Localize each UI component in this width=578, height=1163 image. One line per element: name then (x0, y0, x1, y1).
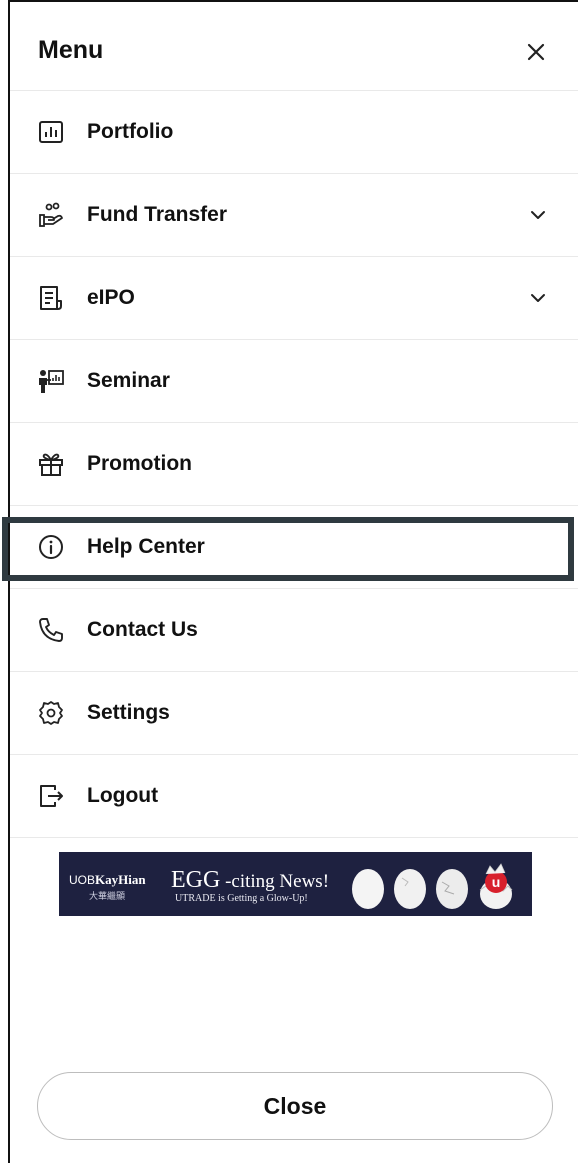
egg-image (352, 869, 384, 909)
close-button[interactable]: Close (37, 1072, 553, 1140)
egg-image (436, 869, 468, 909)
banner-brand-name: KayHian (95, 872, 146, 887)
banner-brand-chinese: 大華繼顯 (89, 891, 126, 901)
chevron-down-icon[interactable] (528, 288, 548, 308)
logout-icon (40, 785, 63, 807)
menu-item-settings[interactable]: Settings (10, 671, 578, 754)
egg-image (394, 869, 426, 909)
hand-coins-icon (39, 202, 63, 227)
divider (10, 837, 578, 838)
menu-item-label: Portfolio (87, 120, 174, 143)
gift-icon (39, 453, 63, 476)
banner-brand: UOBKayHian (69, 872, 146, 888)
menu-title: Menu (38, 36, 104, 64)
chevron-down-icon[interactable] (528, 205, 548, 225)
phone-icon (39, 618, 63, 642)
menu-item-promotion[interactable]: Promotion (10, 422, 578, 505)
bar-chart-icon (39, 121, 63, 143)
menu-item-help-center[interactable]: Help Center (2, 505, 578, 588)
svg-text:u: u (492, 874, 501, 890)
menu-item-portfolio[interactable]: Portfolio (10, 90, 578, 173)
menu-item-logout[interactable]: Logout (10, 754, 578, 837)
gear-icon (39, 701, 63, 725)
info-icon (39, 535, 63, 559)
close-icon[interactable] (522, 38, 550, 66)
banner-headline-big: EGG (171, 867, 221, 893)
banner-headline: EGG -citing News! (171, 867, 329, 894)
menu-item-label: Seminar (87, 369, 170, 392)
menu-item-label: eIPO (87, 286, 135, 309)
hatching-egg-image: u (479, 863, 513, 909)
presenter-icon (39, 370, 64, 393)
menu-item-eipo[interactable]: eIPO (10, 256, 578, 339)
menu-item-label: Settings (87, 701, 170, 724)
menu-item-fund-transfer[interactable]: Fund Transfer (10, 173, 578, 256)
banner-subline: UTRADE is Getting a Glow-Up! (175, 893, 308, 904)
banner-brand-prefix: UOB (69, 873, 96, 887)
banner-headline-rest: -citing News! (220, 871, 330, 892)
menu-item-contact-us[interactable]: Contact Us (10, 588, 578, 671)
menu-item-label: Promotion (87, 452, 192, 475)
menu-list: Portfolio Fund Transfer eIPO Seminar Pro… (2, 90, 578, 838)
promo-banner[interactable]: UOBKayHian 大華繼顯 EGG -citing News! UTRADE… (59, 852, 532, 916)
menu-item-label: Logout (87, 784, 159, 807)
menu-item-seminar[interactable]: Seminar (10, 339, 578, 422)
menu-header: Menu (10, 2, 578, 90)
document-icon (40, 286, 62, 310)
menu-panel: Menu Portfolio Fund Transfer eIPO Semina… (2, 2, 578, 1163)
menu-item-label: Help Center (87, 535, 205, 558)
menu-item-label: Contact Us (87, 618, 198, 641)
menu-item-label: Fund Transfer (87, 203, 228, 226)
